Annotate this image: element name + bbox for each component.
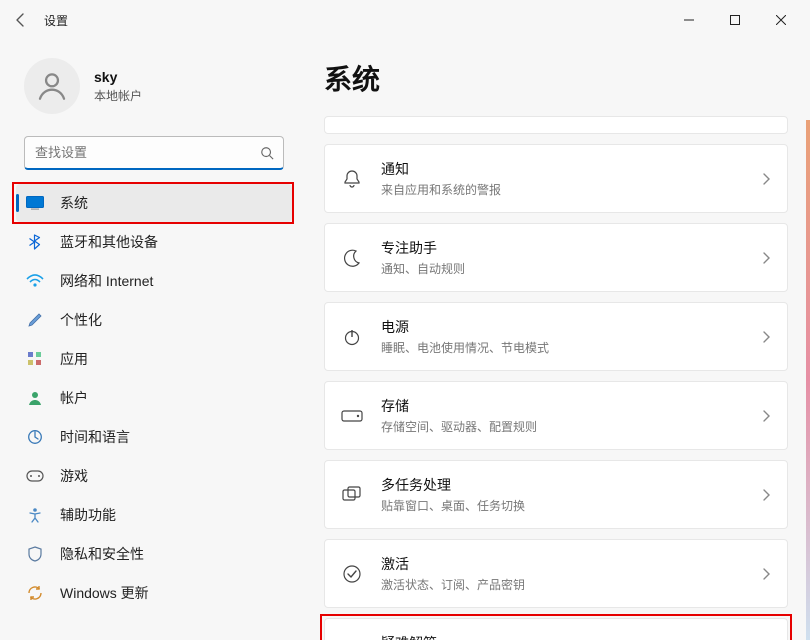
maximize-button[interactable] (712, 5, 758, 35)
card-notifications[interactable]: 通知 来自应用和系统的警报 (324, 144, 788, 213)
sidebar-item-gaming[interactable]: 游戏 (16, 457, 292, 495)
card-activation[interactable]: 激活 激活状态、订阅、产品密钥 (324, 539, 788, 608)
chevron-right-icon (762, 488, 771, 502)
sidebar-item-label: 应用 (60, 349, 88, 369)
search-input[interactable] (24, 136, 284, 170)
clock-globe-icon (26, 428, 44, 446)
card-title: 存储 (381, 396, 744, 416)
search-wrap (24, 136, 284, 170)
back-button[interactable] (6, 5, 36, 35)
sidebar: sky 本地帐户 系统 蓝牙和其他设备 (0, 40, 300, 640)
sidebar-item-label: 网络和 Internet (60, 271, 153, 291)
minimize-icon (684, 15, 694, 25)
card-troubleshoot[interactable]: 疑难解答 建议的疑难解答、首选项和历史 (324, 618, 788, 640)
chevron-right-icon (762, 330, 771, 344)
sidebar-item-system[interactable]: 系统 (16, 184, 292, 222)
card-power[interactable]: 电源 睡眠、电池使用情况、节电模式 (324, 302, 788, 371)
sidebar-item-label: 系统 (60, 193, 88, 213)
gamepad-icon (26, 467, 44, 485)
window-controls (666, 5, 804, 35)
sidebar-item-bluetooth[interactable]: 蓝牙和其他设备 (16, 223, 292, 261)
sidebar-item-label: 个性化 (60, 310, 102, 330)
card-subtitle: 激活状态、订阅、产品密钥 (381, 576, 744, 593)
sidebar-item-label: 时间和语言 (60, 427, 130, 447)
multitask-icon (341, 484, 363, 506)
account-icon (26, 389, 44, 407)
card-title: 多任务处理 (381, 475, 744, 495)
profile-text: sky 本地帐户 (94, 69, 142, 104)
chevron-right-icon (762, 172, 771, 186)
chevron-right-icon (762, 251, 771, 265)
card-title: 电源 (381, 317, 744, 337)
card-subtitle: 贴靠窗口、桌面、任务切换 (381, 497, 744, 514)
wifi-icon (26, 272, 44, 290)
shield-icon (26, 545, 44, 563)
power-icon (341, 326, 363, 348)
card-title: 通知 (381, 159, 744, 179)
card-text: 存储 存储空间、驱动器、配置规则 (381, 396, 744, 435)
sidebar-item-label: Windows 更新 (60, 583, 149, 603)
card-focus[interactable]: 专注助手 通知、自动规则 (324, 223, 788, 292)
sidebar-item-network[interactable]: 网络和 Internet (16, 262, 292, 300)
card-text: 电源 睡眠、电池使用情况、节电模式 (381, 317, 744, 356)
sidebar-item-update[interactable]: Windows 更新 (16, 574, 292, 612)
card-subtitle: 睡眠、电池使用情况、节电模式 (381, 339, 744, 356)
chevron-right-icon (762, 409, 771, 423)
sidebar-item-label: 辅助功能 (60, 505, 116, 525)
card-text: 激活 激活状态、订阅、产品密钥 (381, 554, 744, 593)
person-icon (35, 69, 69, 103)
sidebar-item-label: 隐私和安全性 (60, 544, 144, 564)
card-subtitle: 存储空间、驱动器、配置规则 (381, 418, 744, 435)
back-arrow-icon (13, 12, 29, 28)
nav-list: 系统 蓝牙和其他设备 网络和 Internet 个性化 (16, 184, 292, 612)
bell-icon (341, 168, 363, 190)
apps-icon (26, 350, 44, 368)
maximize-icon (730, 15, 740, 25)
sidebar-item-label: 帐户 (60, 388, 88, 408)
titlebar: 设置 (0, 0, 810, 40)
bluetooth-icon (26, 233, 44, 251)
profile-block[interactable]: sky 本地帐户 (16, 52, 292, 128)
app-title: 设置 (44, 12, 68, 29)
close-icon (776, 15, 786, 25)
sidebar-item-accessibility[interactable]: 辅助功能 (16, 496, 292, 534)
sidebar-item-label: 游戏 (60, 466, 88, 486)
content: 系统 通知 来自应用和系统的警报 专注助手 通知、自动规则 (300, 40, 810, 640)
update-icon (26, 584, 44, 602)
card-title: 疑难解答 (381, 633, 771, 640)
username: sky (94, 69, 142, 85)
search-icon (260, 146, 274, 160)
paintbrush-icon (26, 311, 44, 329)
card-title: 激活 (381, 554, 744, 574)
drive-icon (341, 405, 363, 427)
card-subtitle: 通知、自动规则 (381, 260, 744, 277)
edge-decoration (806, 120, 810, 640)
accessibility-icon (26, 506, 44, 524)
sidebar-item-label: 蓝牙和其他设备 (60, 232, 158, 252)
minimize-button[interactable] (666, 5, 712, 35)
sidebar-item-privacy[interactable]: 隐私和安全性 (16, 535, 292, 573)
sidebar-item-apps[interactable]: 应用 (16, 340, 292, 378)
sidebar-item-accounts[interactable]: 帐户 (16, 379, 292, 417)
card-title: 专注助手 (381, 238, 744, 258)
sidebar-item-personalization[interactable]: 个性化 (16, 301, 292, 339)
card-subtitle: 来自应用和系统的警报 (381, 181, 744, 198)
card-storage[interactable]: 存储 存储空间、驱动器、配置规则 (324, 381, 788, 450)
chevron-right-icon (762, 567, 771, 581)
close-button[interactable] (758, 5, 804, 35)
page-title: 系统 (324, 58, 788, 98)
avatar (24, 58, 80, 114)
check-circle-icon (341, 563, 363, 585)
account-type: 本地帐户 (94, 87, 142, 104)
card-partial-top[interactable] (324, 116, 788, 134)
card-text: 通知 来自应用和系统的警报 (381, 159, 744, 198)
card-text: 专注助手 通知、自动规则 (381, 238, 744, 277)
card-text: 疑难解答 建议的疑难解答、首选项和历史 (381, 633, 771, 640)
sidebar-item-time-lang[interactable]: 时间和语言 (16, 418, 292, 456)
display-icon (26, 194, 44, 212)
card-multitask[interactable]: 多任务处理 贴靠窗口、桌面、任务切换 (324, 460, 788, 529)
card-text: 多任务处理 贴靠窗口、桌面、任务切换 (381, 475, 744, 514)
moon-icon (341, 247, 363, 269)
